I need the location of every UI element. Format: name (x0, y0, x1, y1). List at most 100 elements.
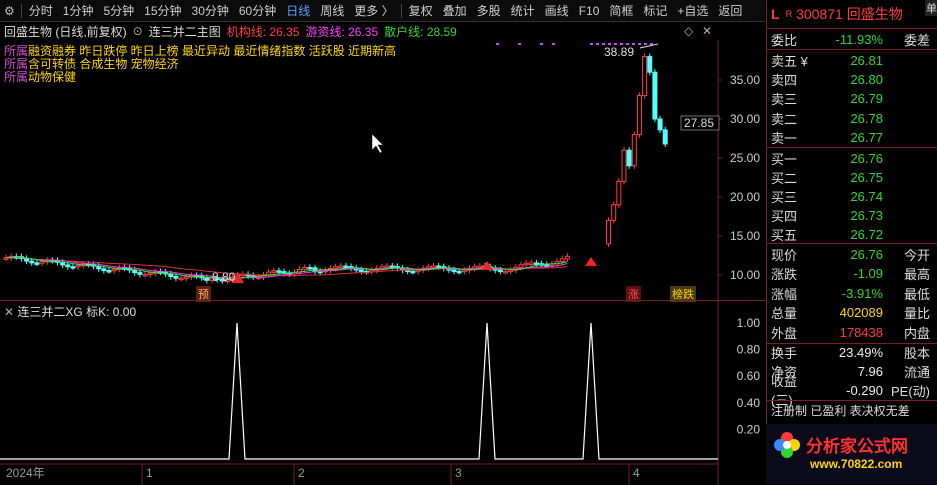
current-price-label: 27.85 (684, 116, 714, 130)
high-arrow (639, 43, 659, 49)
close-icon[interactable]: ✕ (702, 24, 712, 38)
candle-body (461, 269, 467, 273)
candle-body (276, 270, 282, 273)
candle-body (307, 267, 313, 270)
diamond-icon[interactable]: ◇ (684, 24, 693, 38)
stat2-row-label: 换手 (771, 345, 798, 361)
candles (3, 53, 668, 284)
stock-code: 300871 (796, 6, 843, 22)
stats-button[interactable]: 统计 (506, 0, 540, 22)
formula-name[interactable]: 连三并二主图 (149, 23, 221, 40)
candle-body (503, 270, 509, 274)
sell-row-label: 卖二 (771, 111, 798, 127)
candle-body (34, 262, 40, 265)
low-price-label: ←8.80 (200, 270, 236, 284)
candle-body (358, 269, 364, 273)
buy-row: 买一 26.76 (767, 148, 937, 168)
time-tick: 4 (633, 466, 640, 480)
candle-body (528, 262, 534, 265)
candle-body (137, 272, 143, 275)
candle-body (647, 56, 653, 73)
stat-row-value: -1.09 (853, 266, 883, 282)
stat-row-extra: 内盘 (903, 325, 930, 341)
buy-row: 买四 26.73 (767, 206, 937, 226)
multi-stock-button[interactable]: 多股 (472, 0, 506, 22)
candle-body (606, 219, 612, 245)
stat2-row-value: 23.49% (838, 344, 883, 360)
candle-body (65, 264, 71, 268)
candle-body (75, 264, 81, 268)
marker-dot (540, 43, 543, 45)
high-price-label: 38.89 (604, 45, 634, 59)
tab-5min[interactable]: 5分钟 (98, 0, 139, 22)
stat-row-value: -3.91% (841, 285, 883, 301)
indicator-tick: 0.40 (737, 396, 761, 410)
jg-line-label: 机构线: 26.35 (226, 24, 300, 39)
back-button[interactable]: 返回 (713, 0, 747, 22)
candle-body (415, 269, 421, 273)
candle-body (533, 262, 539, 265)
tab-1min[interactable]: 1分钟 (58, 0, 99, 22)
add-watchlist-button[interactable]: +自选 (672, 0, 713, 22)
simple-frame-button[interactable]: 简框 (604, 0, 638, 22)
sell-row-label: 卖五 ¥ (771, 53, 808, 69)
marker-dot (638, 43, 641, 45)
time-tick: 3 (455, 466, 462, 480)
stat-row: 涨幅 -3.91% 最低 (767, 283, 937, 303)
candle-body (39, 261, 45, 264)
buy-row: 买二 26.75 (767, 167, 937, 187)
tab-30min[interactable]: 30分钟 (187, 0, 234, 22)
weibi-label: 委比 (771, 32, 798, 48)
candle-body (183, 276, 189, 279)
tab-60min[interactable]: 60分钟 (234, 0, 281, 22)
candle-body (142, 273, 148, 277)
candle-body (652, 71, 658, 120)
signal-triangle (481, 261, 493, 270)
mark-button[interactable]: 标记 (638, 0, 672, 22)
indicator-tick: 0.60 (737, 369, 761, 383)
tab-weekly[interactable]: 周线 (315, 0, 349, 22)
stat-row-label: 涨跌 (771, 267, 798, 283)
candle-body (456, 270, 462, 274)
sell-row-value: 26.81 (850, 52, 883, 68)
tab-15min[interactable]: 15分钟 (139, 0, 186, 22)
candle-body (662, 129, 668, 145)
indicator-panel[interactable]: ✕ 连三并二XG 标K: 0.00 1.00 0.80 0.60 0.40 0.20 2… (0, 300, 765, 485)
tab-more[interactable]: 更多 〉 (349, 0, 398, 22)
stat2-row-extra: 流通 (903, 364, 930, 380)
fuquan-button[interactable]: 复权 (404, 0, 438, 22)
signal-triangle (585, 257, 597, 266)
tab-daily[interactable]: 日线 (281, 0, 315, 22)
candle-body (626, 149, 632, 167)
overlay-button[interactable]: 叠加 (438, 0, 472, 22)
stat-row-label: 现价 (771, 247, 798, 263)
draw-line-button[interactable]: 画线 (540, 0, 574, 22)
candle-body (616, 180, 622, 206)
candle-body (410, 270, 416, 274)
candle-body (508, 269, 514, 273)
stat-row-label: 外盘 (771, 325, 798, 341)
settings-icon[interactable]: ⚙ (0, 4, 19, 18)
quote-panel: L R 300871 回盛生物 单 委比 -11.93% 委差 卖五 ¥ 26.8… (766, 0, 937, 484)
chart-title-bar: 回盛生物 (日线,前复权) ⊙ 连三并二主图 机构线: 26.35 游资线: 2… (0, 23, 765, 39)
tab-fenshi[interactable]: 分时 (24, 0, 58, 22)
sell-row-value: 26.78 (850, 110, 883, 126)
price-tick: 30.00 (730, 112, 760, 126)
candle-body (338, 265, 344, 269)
candle-body (147, 272, 153, 275)
side-tab[interactable]: 单 (925, 0, 937, 16)
f10-button[interactable]: F10 (574, 0, 605, 22)
stat2-row: 收益(三) -0.290 PE(动) (767, 374, 937, 408)
sell-row: 卖四 26.80 (767, 69, 937, 89)
buy-row-value: 26.73 (850, 208, 883, 224)
period-toolbar: ⚙ 分时 1分钟 5分钟 15分钟 30分钟 60分钟 日线 周线 更多 〉 复… (0, 0, 765, 22)
corner-mark: L (771, 6, 780, 22)
sell-row-label: 卖三 (771, 92, 798, 108)
divider (400, 3, 402, 18)
weibi-row: 委比 -11.93% 委差 (767, 29, 937, 49)
indicator-plot: 1.00 0.80 0.60 0.40 0.20 2024年 1 2 3 4 (0, 301, 761, 485)
buy-row-label: 买三 (771, 189, 798, 205)
kline-chart[interactable]: 35.00 30.00 25.00 20.00 15.00 10.00 38.89 ←8.… (0, 40, 765, 300)
collapse-icon[interactable]: ⊙ (133, 24, 143, 38)
marker-dot (596, 43, 599, 45)
